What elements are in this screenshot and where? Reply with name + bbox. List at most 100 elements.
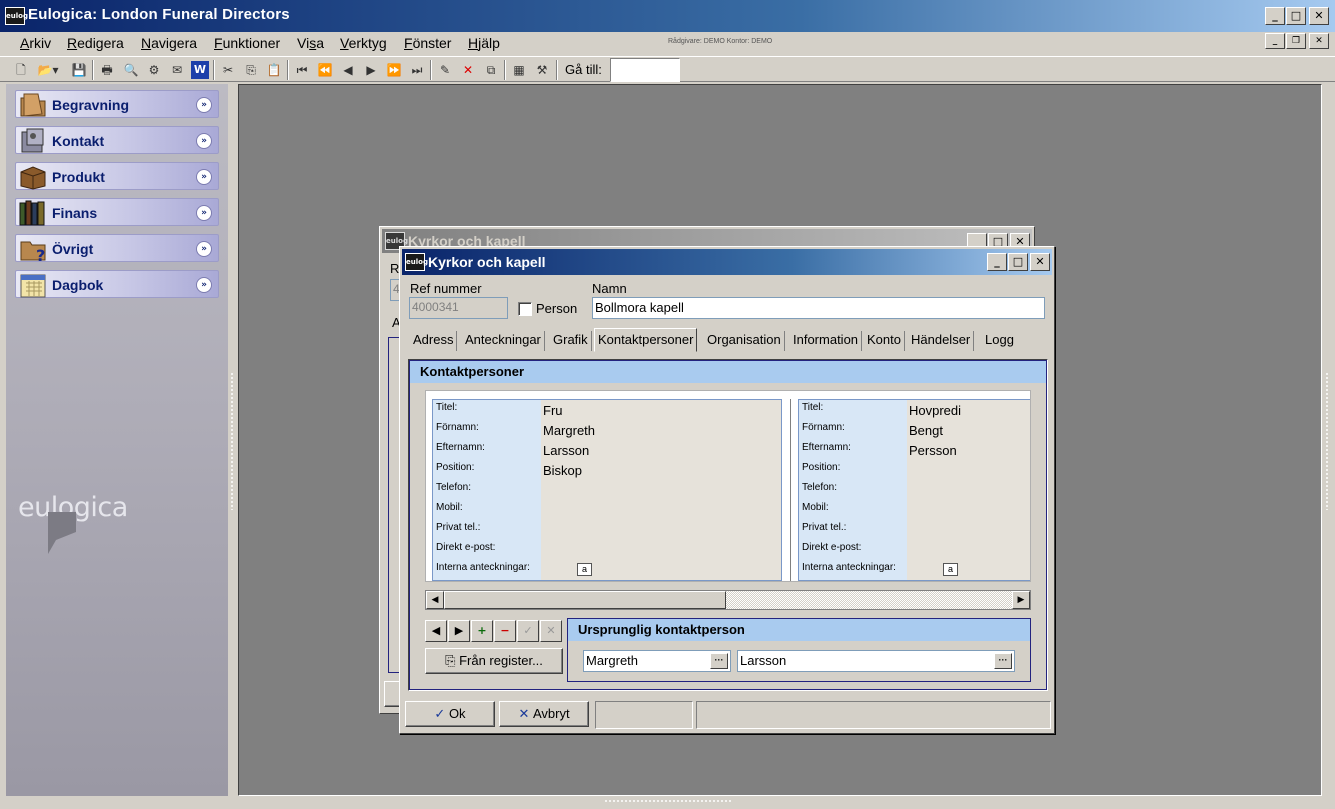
sidebar-item-dagbok[interactable]: Dagbok » [15,270,219,298]
horizontal-scrollbar[interactable]: ◀ ▶ [425,590,1031,610]
delete-record-icon[interactable]: ✕ [459,61,477,79]
tab-logg[interactable]: Logg [982,331,1017,351]
add-contact-icon[interactable]: + [471,620,493,642]
mdi-minimize-button[interactable]: _ [1265,33,1285,49]
tab-grafik[interactable]: Grafik [550,331,592,351]
mdi-restore-button[interactable]: ❐ [1286,33,1306,49]
tab-adress[interactable]: Adress [410,331,458,351]
prev-contact-icon[interactable]: ◀ [425,620,447,642]
remove-contact-icon[interactable]: − [494,620,516,642]
maximize-button[interactable]: □ [1008,253,1028,271]
minimize-button[interactable]: _ [987,253,1007,271]
scroll-left-icon[interactable]: ◀ [426,591,444,609]
close-button[interactable]: ✕ [1309,7,1329,25]
contact-position[interactable]: Biskop [543,463,582,478]
note-icon[interactable]: a [943,563,958,576]
sidebar-item-kontakt[interactable]: Kontakt » [15,126,219,154]
ellipsis-icon[interactable]: ··· [994,653,1012,669]
dialog-title-bar: eulog Kyrkor och kapell _ □ ✕ [402,249,1052,275]
chevron-down-icon[interactable]: » [196,205,212,221]
original-first-name-field[interactable]: Margreth ··· [583,650,731,672]
chevron-down-icon[interactable]: » [196,133,212,149]
word-export-icon[interactable]: W [191,61,209,79]
contact-fornamn[interactable]: Bengt [909,423,943,438]
contact-efternamn[interactable]: Larsson [543,443,589,458]
contact-titel[interactable]: Hovpredi [909,403,961,418]
next-record-icon[interactable]: ▶ [362,61,380,79]
field-label: Interna anteckningar: [436,562,530,573]
tools-icon[interactable]: ⚒ [533,61,551,79]
box-icon [20,166,46,190]
chevron-down-icon[interactable]: » [196,97,212,113]
sidebar-item-label: Dagbok [52,277,104,293]
print-preview-icon[interactable]: 🔍 [122,61,140,79]
note-icon[interactable]: a [577,563,592,576]
goto-input[interactable] [610,58,680,82]
tab-organisation[interactable]: Organisation [704,331,785,351]
cancel-edit-icon[interactable]: ✕ [540,620,562,642]
tab-konto[interactable]: Konto [864,331,905,351]
open-folder-icon[interactable]: 📂▾ [35,61,61,79]
sidebar-item-begravning[interactable]: Begravning » [15,90,219,118]
mdi-close-button[interactable]: ✕ [1309,33,1329,49]
menu-funktioner[interactable]: Funktioner [214,35,280,51]
sidebar-item-ovrigt[interactable]: ? Övrigt » [15,234,219,262]
previous-page-icon[interactable]: ⏪ [316,61,334,79]
disk-tools-icon[interactable]: ⚙ [145,61,163,79]
ellipsis-icon[interactable]: ··· [710,653,728,669]
calculator-icon[interactable]: ▦ [510,61,528,79]
new-document-icon[interactable]: 🗋 [12,61,30,79]
print-icon[interactable]: 🖶 [98,61,116,79]
cut-icon[interactable]: ✂ [219,61,237,79]
folder-icon [20,93,46,117]
right-resize-grip[interactable] [1325,372,1329,510]
minimize-button[interactable]: _ [1265,7,1285,25]
paste-icon[interactable]: 📋 [265,61,283,79]
chevron-down-icon[interactable]: » [196,241,212,257]
duplicate-record-icon[interactable]: ⧉ [482,61,500,79]
bottom-resize-grip[interactable] [604,799,732,803]
close-button[interactable]: ✕ [1030,253,1050,271]
tab-kontaktpersoner[interactable]: Kontaktpersoner [594,328,698,352]
menu-visa[interactable]: Visa [297,35,324,51]
menu-arkiv[interactable]: Arkiv [20,35,51,51]
from-register-button[interactable]: ⎘ Från register... [425,648,563,674]
tab-information[interactable]: Information [790,331,863,351]
field-label: Förnamn: [802,422,845,433]
copy-icon[interactable]: ⎘ [242,61,260,79]
menu-verktyg[interactable]: Verktyg [340,35,387,51]
last-record-icon[interactable]: ⏭ [408,61,426,79]
menu-hjalp[interactable]: Hjälp [468,35,500,51]
menu-fonster[interactable]: Fönster [404,35,451,51]
confirm-icon[interactable]: ✓ [517,620,539,642]
chevron-down-icon[interactable]: » [196,277,212,293]
contact-card[interactable]: Titel: Förnamn: Efternamn: Position: Tel… [432,399,782,581]
edit-record-icon[interactable]: ✎ [436,61,454,79]
scroll-right-icon[interactable]: ▶ [1012,591,1030,609]
menu-navigera[interactable]: Navigera [141,35,197,51]
contact-card[interactable]: Titel: Förnamn: Efternamn: Position: Tel… [798,399,1030,581]
sidebar-item-finans[interactable]: Finans » [15,198,219,226]
next-contact-icon[interactable]: ▶ [448,620,470,642]
chevron-down-icon[interactable]: » [196,169,212,185]
ok-button[interactable]: ✓ Ok [405,701,495,727]
original-last-name-field[interactable]: Larsson ··· [737,650,1015,672]
email-icon[interactable]: ✉ [168,61,186,79]
contact-titel[interactable]: Fru [543,403,563,418]
previous-record-icon[interactable]: ◀ [339,61,357,79]
sidebar-item-produkt[interactable]: Produkt » [15,162,219,190]
contact-fornamn[interactable]: Margreth [543,423,595,438]
menu-redigera[interactable]: Redigera [67,35,124,51]
name-field[interactable]: Bollmora kapell [592,297,1045,319]
tab-anteckningar[interactable]: Anteckningar [462,331,545,351]
maximize-button[interactable]: □ [1286,7,1306,25]
cancel-button[interactable]: ✕ Avbryt [499,701,589,727]
person-checkbox[interactable] [518,302,532,316]
next-page-icon[interactable]: ⏩ [385,61,403,79]
sidebar-resize-grip[interactable] [230,372,234,510]
save-icon[interactable]: 💾 [70,61,88,79]
scrollbar-thumb[interactable] [444,591,726,609]
first-record-icon[interactable]: ⏮ [293,61,311,79]
contact-efternamn[interactable]: Persson [909,443,957,458]
tab-handelser[interactable]: Händelser [908,331,975,351]
